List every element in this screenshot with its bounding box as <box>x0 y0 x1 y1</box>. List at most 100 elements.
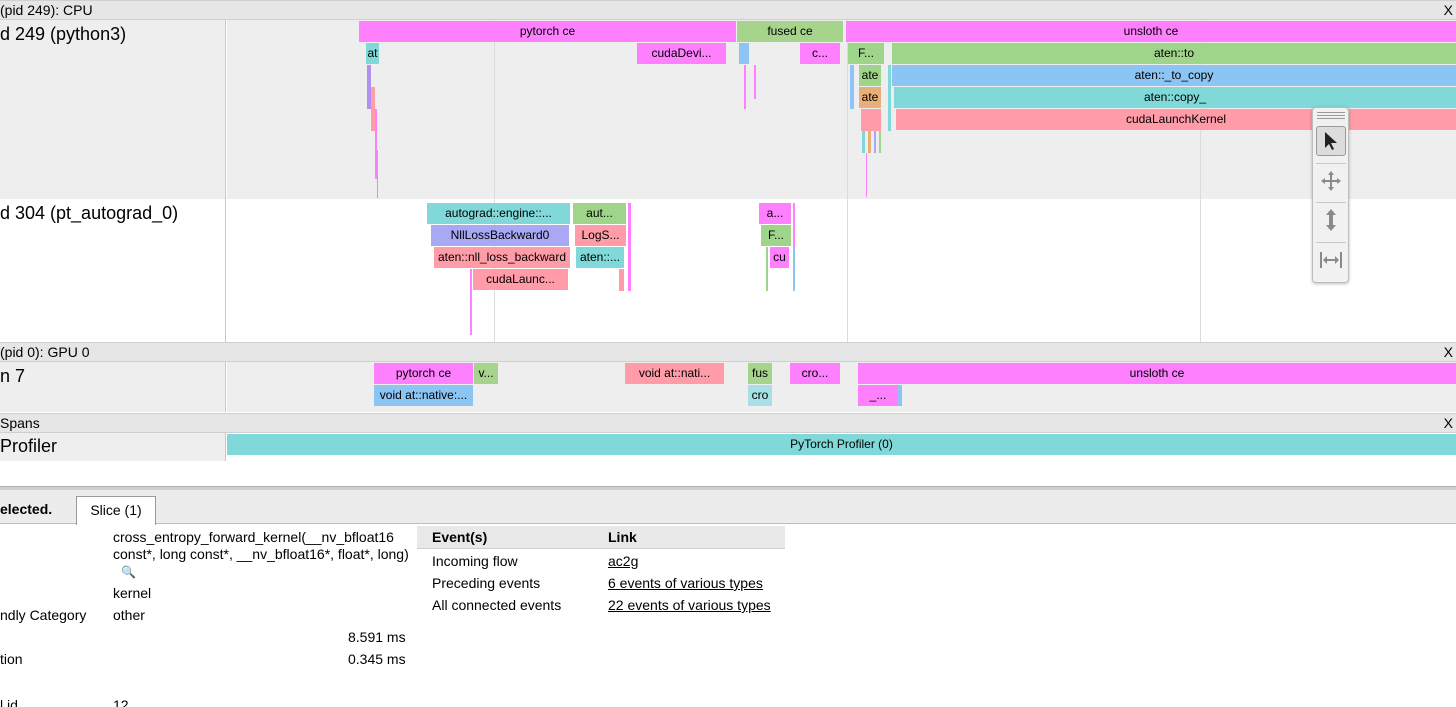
event-link[interactable]: 22 events of various types <box>608 594 771 616</box>
gpu-process-title: (pid 0): GPU 0 <box>0 344 90 360</box>
thread-track-autograd: d 304 (pt_autograd_0) autograd::engine::… <box>0 199 1456 342</box>
slice-title-value: cross_entropy_forward_kernel(__nv_bfloat… <box>113 529 409 579</box>
table-row: Incoming flow ac2g <box>417 550 785 572</box>
slice-ate[interactable]: ate <box>859 65 881 86</box>
slice-cuda-launc[interactable]: cudaLaunc... <box>473 269 568 290</box>
pan-icon[interactable] <box>1316 166 1346 196</box>
slice-gpu-void-at-nati[interactable]: void at::nati... <box>625 363 724 384</box>
event-link[interactable]: 6 events of various types <box>608 572 763 594</box>
slice-ate[interactable]: ate <box>859 87 881 108</box>
slice-f[interactable]: F... <box>848 43 884 64</box>
slice-cu[interactable]: cu <box>770 247 789 268</box>
id-value: 12 <box>113 697 129 707</box>
gpu-stream-label[interactable]: n 7 <box>0 362 226 412</box>
slice-sliver[interactable] <box>793 247 795 291</box>
slice-sliver[interactable] <box>861 109 881 131</box>
slice-unsloth-ce[interactable]: unsloth ce <box>846 21 1456 42</box>
table-row: All connected events 22 events of variou… <box>417 594 785 616</box>
slice-pytorch-ce[interactable]: pytorch ce <box>359 21 736 42</box>
slice-pytorch-profiler[interactable]: PyTorch Profiler (0) <box>227 434 1456 455</box>
slice-aut[interactable]: aut... <box>573 203 626 224</box>
slice-fused-ce[interactable]: fused ce <box>737 21 843 42</box>
profiler-timeline[interactable]: PyTorch Profiler (0) <box>227 433 1456 461</box>
tab-slice[interactable]: Slice (1) <box>76 496 156 525</box>
close-icon[interactable]: X <box>1444 414 1453 432</box>
slice-sliver[interactable] <box>868 131 871 153</box>
spans-header[interactable]: Spans X <box>0 413 1456 433</box>
slice-sliver[interactable] <box>866 153 867 197</box>
python3-timeline[interactable]: pytorch ce fused ce unsloth ce at cudaDe… <box>227 20 1456 199</box>
slice-gpu-cro[interactable]: cro <box>748 385 772 406</box>
profiler-span-track: Profiler PyTorch Profiler (0) <box>0 433 1456 461</box>
thread-label-autograd[interactable]: d 304 (pt_autograd_0) <box>0 199 226 342</box>
slice-aten-to[interactable]: aten::to <box>892 43 1456 64</box>
slice-sliver[interactable] <box>739 43 749 64</box>
slice-sliver[interactable] <box>754 65 756 99</box>
search-icon[interactable]: 🔍 <box>121 565 136 579</box>
slice-aten-to-copy[interactable]: aten::_to_copy <box>892 65 1456 86</box>
slice-gpu-underscore[interactable]: _... <box>858 385 898 406</box>
slice-sliver[interactable] <box>898 385 902 406</box>
slice-gpu-unsloth-ce[interactable]: unsloth ce <box>858 363 1456 384</box>
zoom-icon[interactable] <box>1316 205 1346 235</box>
gpu-process-header[interactable]: (pid 0): GPU 0 X <box>0 342 1456 362</box>
slice-autograd-engine[interactable]: autograd::engine::... <box>427 203 570 224</box>
grid-line <box>494 20 495 199</box>
slice-gpu-pytorch-ce[interactable]: pytorch ce <box>374 363 473 384</box>
slice-sliver[interactable] <box>862 131 865 153</box>
slice-c[interactable]: c... <box>800 43 840 64</box>
slice-sliver[interactable] <box>744 65 746 109</box>
slice-sliver[interactable] <box>619 269 624 291</box>
slice-sliver[interactable] <box>874 131 876 153</box>
friendly-category-value: other <box>113 607 145 623</box>
header-events: Event(s) <box>432 529 488 545</box>
slice-sliver[interactable] <box>879 131 881 153</box>
start-value: 8.591 ms <box>348 629 406 645</box>
slice-gpu-void-at-native[interactable]: void at::native:... <box>374 385 473 406</box>
slice-gpu-v[interactable]: v... <box>474 363 498 384</box>
event-name: Preceding events <box>432 575 541 591</box>
friendly-category-key: ndly Category <box>0 607 87 623</box>
select-arrow-icon[interactable] <box>1316 126 1346 156</box>
thread-label-python3[interactable]: d 249 (python3) <box>0 20 226 199</box>
analysis-tab-bar: elected. Slice (1) <box>0 490 1456 525</box>
slice-sliver[interactable] <box>470 269 472 335</box>
slice-sliver[interactable] <box>377 150 378 198</box>
slice-a[interactable]: a... <box>759 203 791 224</box>
grid-line <box>1200 199 1201 342</box>
slice-gpu-cro-dots[interactable]: cro... <box>790 363 840 384</box>
table-row: Preceding events 6 events of various typ… <box>417 572 785 594</box>
event-name: Incoming flow <box>432 553 518 569</box>
grid-line <box>847 199 848 342</box>
slice-gpu-fus[interactable]: fus <box>748 363 772 384</box>
slice-at[interactable]: at <box>366 43 379 64</box>
slice-logs[interactable]: LogS... <box>575 225 626 246</box>
cpu-process-header[interactable]: (pid 249): CPU X <box>0 0 1456 20</box>
close-icon[interactable]: X <box>1444 343 1453 361</box>
selection-summary: elected. <box>0 501 53 517</box>
category-value: kernel <box>113 585 152 601</box>
slice-nll-loss-backward0[interactable]: NllLossBackward0 <box>431 225 569 246</box>
slice-nll-loss-backward[interactable]: aten::nll_loss_backward <box>434 247 570 268</box>
slice-sliver[interactable] <box>766 247 768 291</box>
close-icon[interactable]: X <box>1444 1 1453 19</box>
event-link[interactable]: ac2g <box>608 550 638 572</box>
slice-cuda-devi[interactable]: cudaDevi... <box>637 43 726 64</box>
slice-sliver[interactable] <box>888 65 891 131</box>
events-table-header: Event(s) Link <box>417 526 785 549</box>
slice-aten-copy[interactable]: aten::copy_ <box>894 87 1456 108</box>
slice-sliver[interactable] <box>850 65 854 109</box>
mouse-mode-toolbar[interactable] <box>1312 107 1349 283</box>
id-key: l id <box>0 697 18 707</box>
profiler-label[interactable]: Profiler <box>0 433 226 461</box>
slice-sliver[interactable] <box>628 203 631 291</box>
gpu-stream-track: n 7 pytorch ce v... void at::nati... fus… <box>0 362 1456 412</box>
gpu-stream-timeline[interactable]: pytorch ce v... void at::nati... fus cro… <box>227 362 1456 412</box>
timing-icon[interactable] <box>1316 245 1346 275</box>
slice-cuda-launch-kernel[interactable]: cudaLaunchKernel <box>896 109 1456 130</box>
slice-aten-autograd[interactable]: aten::... <box>576 247 624 268</box>
grip-icon[interactable] <box>1317 111 1345 119</box>
autograd-timeline[interactable]: autograd::engine::... aut... a... NllLos… <box>227 199 1456 342</box>
slice-f-autograd[interactable]: F... <box>761 225 791 246</box>
cpu-process-title: (pid 249): CPU <box>0 2 93 18</box>
